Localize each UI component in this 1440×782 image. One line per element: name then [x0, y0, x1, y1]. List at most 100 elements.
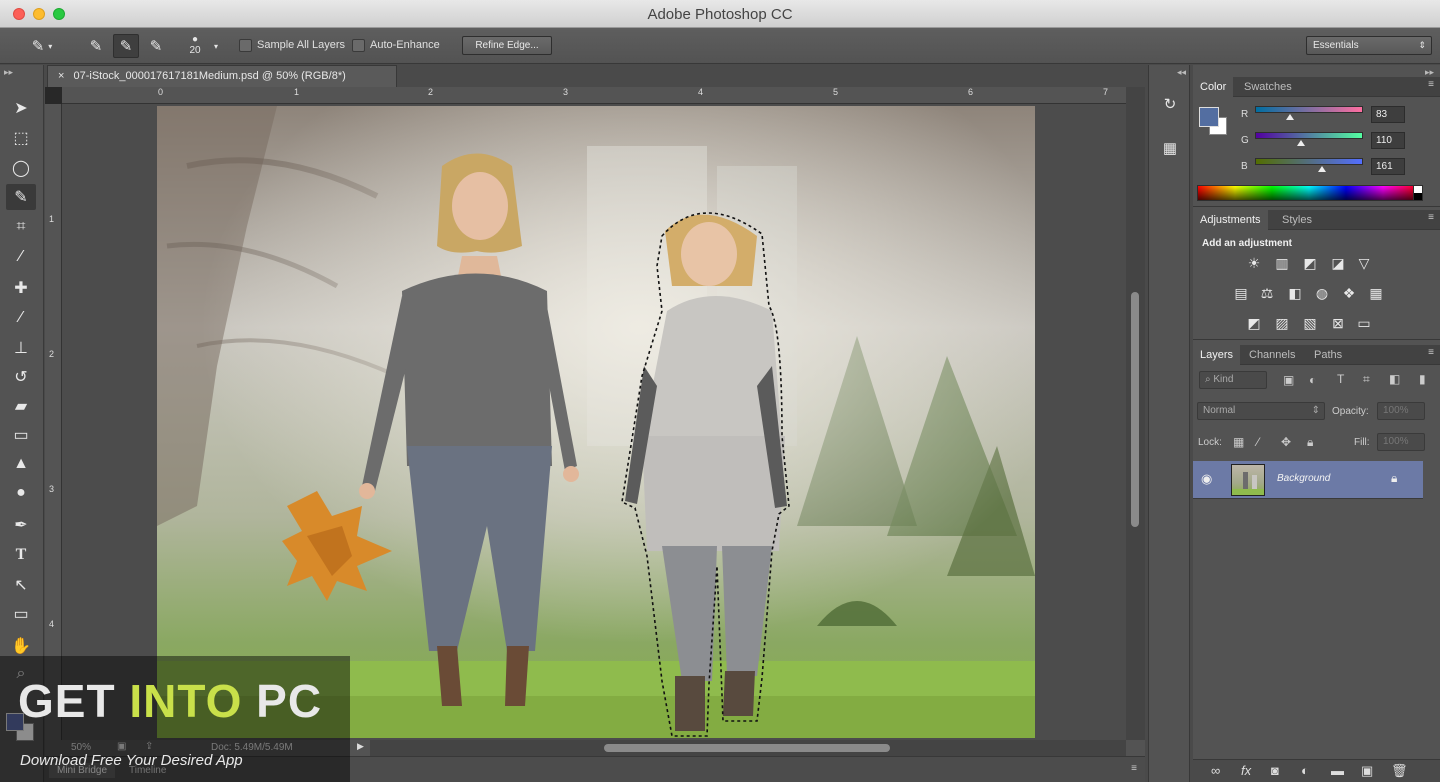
tab-layers[interactable]: Layers — [1193, 345, 1241, 365]
tab-styles[interactable]: Styles — [1275, 210, 1319, 230]
healing-brush-tool[interactable]: ✚ — [6, 275, 36, 301]
eraser-tool[interactable]: ▰ — [6, 393, 36, 419]
add-to-selection-button[interactable]: ✎ — [113, 34, 139, 58]
crop-tool[interactable]: ⌗ — [6, 214, 36, 240]
tab-paths[interactable]: Paths — [1307, 345, 1349, 365]
tab-channels[interactable]: Channels — [1242, 345, 1302, 365]
selective-color-button[interactable]: ⊠ — [1327, 312, 1349, 334]
pen-tool[interactable]: ✒ — [6, 512, 36, 538]
add-mask-icon[interactable]: ◙ — [1271, 763, 1279, 778]
brush-picker-dropdown[interactable]: ▾ — [210, 34, 222, 58]
color-spectrum[interactable] — [1197, 185, 1421, 201]
status-menu-arrow-icon[interactable]: ▶ — [357, 741, 364, 752]
b-slider[interactable] — [1255, 158, 1363, 165]
filter-toggle-icon[interactable]: ▮ — [1419, 372, 1426, 386]
blend-mode-select[interactable]: Normal ⇕ — [1197, 402, 1325, 420]
hue-saturation-button[interactable]: ▤ — [1230, 282, 1252, 304]
black-white-button[interactable]: ◧ — [1284, 282, 1306, 304]
eye-icon[interactable]: ◉ — [1201, 471, 1212, 487]
horizontal-scrollbar[interactable] — [370, 740, 1126, 756]
g-slider[interactable] — [1255, 132, 1363, 139]
document-tab[interactable]: × 07-iStock_000017617181Medium.psd @ 50%… — [47, 65, 397, 87]
auto-enhance-checkbox[interactable] — [352, 39, 365, 52]
channel-mixer-button[interactable]: ❖ — [1338, 282, 1360, 304]
vertical-scroll-thumb[interactable] — [1131, 292, 1139, 527]
pixel-filter-icon[interactable]: ▣ — [1283, 373, 1294, 387]
history-panel-button[interactable]: ↻ — [1157, 91, 1183, 117]
panel-menu-icon[interactable]: ≡ — [1428, 212, 1434, 223]
g-value[interactable]: 110 — [1371, 132, 1405, 149]
link-layers-icon[interactable]: ∞ — [1211, 763, 1220, 778]
new-adjustment-layer-icon[interactable]: ◐ — [1301, 763, 1309, 778]
workspace-select[interactable]: Essentials ⇕ — [1306, 36, 1432, 55]
b-value[interactable]: 161 — [1371, 158, 1405, 175]
eyedropper-tool[interactable]: ⁄ — [6, 244, 36, 270]
r-slider-handle[interactable] — [1286, 114, 1294, 120]
smart-object-filter-icon[interactable]: ◧ — [1389, 372, 1400, 386]
invert-button[interactable]: ◩ — [1243, 312, 1265, 334]
lock-position-icon[interactable]: ✥ — [1281, 435, 1291, 449]
new-group-icon[interactable]: ▬ — [1331, 763, 1344, 778]
brush-tool[interactable]: ⁄ — [6, 305, 36, 331]
subtract-from-selection-button[interactable]: ✎ — [144, 34, 168, 58]
layer-row-background[interactable]: ◉ Background 🔒︎ — [1193, 461, 1423, 499]
lock-all-icon[interactable]: 🔒︎ — [1307, 435, 1313, 450]
type-tool[interactable]: T — [6, 542, 36, 568]
foreground-color-chip[interactable] — [1199, 107, 1219, 127]
color-lookup-button[interactable]: ▦ — [1365, 282, 1387, 304]
panel-menu-icon[interactable]: ≡ — [1428, 79, 1434, 90]
vertical-scrollbar[interactable] — [1126, 87, 1145, 740]
tab-color[interactable]: Color — [1193, 77, 1234, 97]
b-slider-handle[interactable] — [1318, 166, 1326, 172]
threshold-button[interactable]: ▧ — [1299, 312, 1321, 334]
g-slider-handle[interactable] — [1297, 140, 1305, 146]
lasso-tool[interactable]: ◯ — [6, 155, 36, 181]
horizontal-scroll-thumb[interactable] — [604, 744, 890, 752]
marquee-tool[interactable]: ⬚ — [6, 125, 36, 151]
levels-button[interactable]: ▥ — [1271, 252, 1293, 274]
adjustment-filter-icon[interactable]: ◐ — [1309, 373, 1316, 387]
document-photo[interactable] — [157, 106, 1035, 738]
posterize-button[interactable]: ▨ — [1271, 312, 1293, 334]
brightness-contrast-button[interactable]: ☀ — [1243, 252, 1265, 274]
lock-image-icon[interactable]: ⁄ — [1257, 435, 1259, 449]
refine-edge-button[interactable]: Refine Edge... — [462, 36, 552, 55]
sample-all-layers-checkbox[interactable] — [239, 39, 252, 52]
tab-swatches[interactable]: Swatches — [1237, 77, 1299, 97]
tool-preset-picker[interactable]: ✎ ▾ — [22, 34, 62, 58]
layer-name[interactable]: Background — [1277, 473, 1330, 484]
properties-panel-button[interactable]: ▦ — [1157, 135, 1183, 161]
shape-filter-icon[interactable]: ⌗ — [1363, 372, 1370, 387]
curves-button[interactable]: ◩ — [1299, 252, 1321, 274]
gradient-map-button[interactable]: ▭ — [1353, 312, 1375, 334]
panel-menu-icon[interactable]: ≡ — [1131, 763, 1137, 774]
lock-transparent-icon[interactable]: ▦ — [1233, 435, 1244, 449]
new-selection-button[interactable]: ✎ — [84, 34, 108, 58]
r-slider[interactable] — [1255, 106, 1363, 113]
black-white-ramp[interactable] — [1413, 185, 1423, 201]
close-tab-icon[interactable]: × — [58, 70, 64, 82]
history-brush-tool[interactable]: ↺ — [6, 364, 36, 390]
color-balance-button[interactable]: ⚖ — [1256, 282, 1278, 304]
r-value[interactable]: 83 — [1371, 106, 1405, 123]
panel-menu-icon[interactable]: ≡ — [1428, 347, 1434, 358]
delete-layer-icon[interactable]: 🗑︎ — [1391, 763, 1408, 779]
expand-panels-icon[interactable]: ◂◂ — [1177, 67, 1186, 78]
collapse-panel-icon[interactable]: ▸▸ — [4, 67, 13, 78]
gradient-tool[interactable]: ▭ — [6, 422, 36, 448]
path-selection-tool[interactable]: ↖ — [6, 572, 36, 598]
clone-stamp-tool[interactable]: ⊥ — [6, 335, 36, 361]
tab-adjustments[interactable]: Adjustments — [1193, 210, 1268, 230]
layer-style-icon[interactable]: fx — [1241, 763, 1251, 778]
move-tool[interactable]: ➤ — [6, 95, 36, 121]
quick-selection-tool[interactable]: ✎ — [6, 184, 36, 210]
rectangle-tool[interactable]: ▭ — [6, 601, 36, 627]
brush-picker[interactable]: ● 20 — [182, 34, 208, 58]
photo-filter-button[interactable]: ◍ — [1311, 282, 1333, 304]
fill-field[interactable]: 100% — [1377, 433, 1425, 451]
new-layer-icon[interactable]: ▣ — [1361, 763, 1373, 779]
layer-filter-kind[interactable]: ⌕ Kind — [1199, 371, 1267, 389]
canvas[interactable] — [62, 104, 1126, 740]
dodge-tool[interactable]: ● — [6, 480, 36, 506]
exposure-button[interactable]: ◪ — [1327, 252, 1349, 274]
